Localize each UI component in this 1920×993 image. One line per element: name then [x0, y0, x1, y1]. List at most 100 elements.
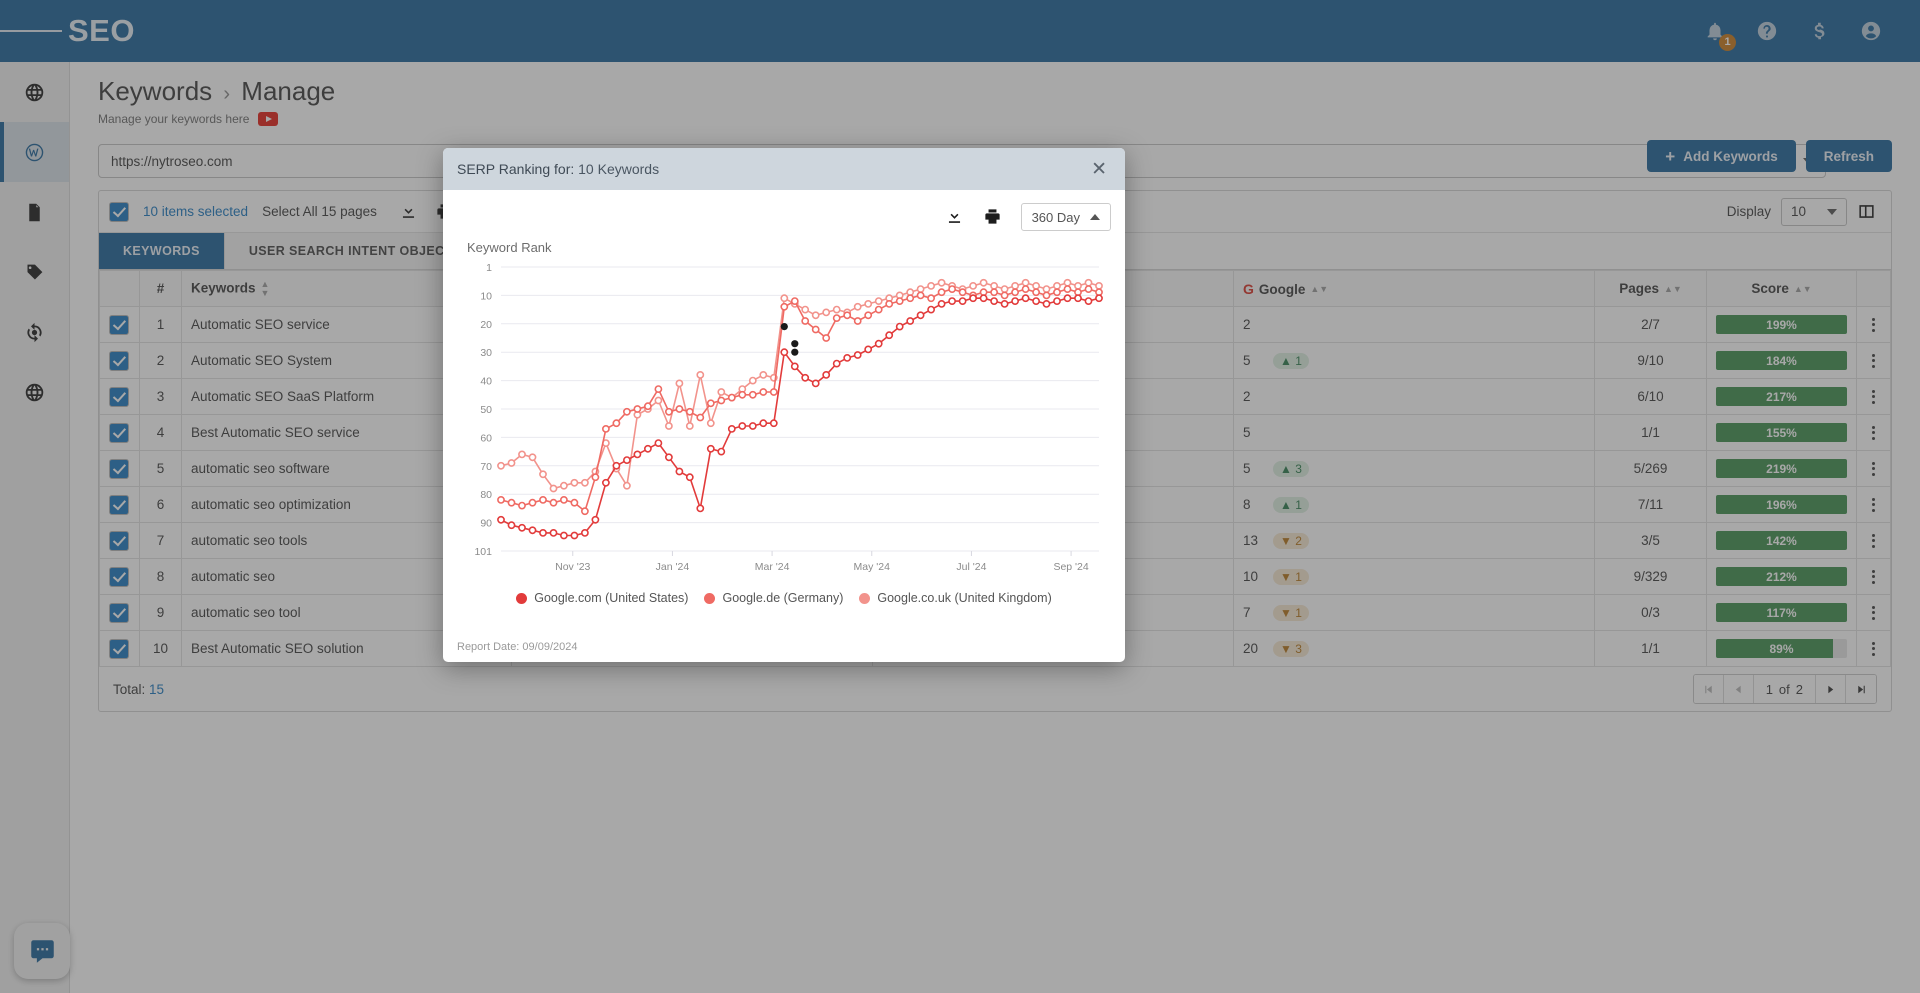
chart-point[interactable] [582, 480, 588, 486]
chart-point[interactable] [561, 497, 567, 503]
chart-annotation-point[interactable] [791, 340, 798, 347]
chart-point[interactable] [1064, 280, 1070, 286]
chart-point[interactable] [981, 295, 987, 301]
chart-point[interactable] [970, 295, 976, 301]
chart-point[interactable] [687, 474, 693, 480]
chart-point[interactable] [529, 527, 535, 533]
chart-point[interactable] [970, 283, 976, 289]
chart-point[interactable] [540, 530, 546, 536]
chart-point[interactable] [1023, 286, 1029, 292]
chart-point[interactable] [918, 292, 924, 298]
chart-point[interactable] [655, 397, 661, 403]
chart-point[interactable] [582, 508, 588, 514]
chart-point[interactable] [876, 341, 882, 347]
chart-point[interactable] [928, 283, 934, 289]
chart-point[interactable] [813, 380, 819, 386]
chart-point[interactable] [855, 304, 861, 310]
chart-point[interactable] [624, 457, 630, 463]
chart-point[interactable] [928, 307, 934, 313]
chart-point[interactable] [718, 449, 724, 455]
chart-point[interactable] [1085, 298, 1091, 304]
chart-point[interactable] [592, 517, 598, 523]
chart-point[interactable] [529, 500, 535, 506]
chart-point[interactable] [561, 483, 567, 489]
chart-point[interactable] [886, 301, 892, 307]
chart-point[interactable] [708, 400, 714, 406]
print-icon[interactable] [983, 207, 1003, 227]
chart-point[interactable] [844, 312, 850, 318]
chart-point[interactable] [897, 324, 903, 330]
chart-point[interactable] [865, 301, 871, 307]
chart-point[interactable] [666, 409, 672, 415]
chart-point[interactable] [508, 500, 514, 506]
chart-point[interactable] [802, 307, 808, 313]
chart-point[interactable] [1012, 283, 1018, 289]
chart-point[interactable] [960, 289, 966, 295]
chart-point[interactable] [750, 378, 756, 384]
chart-point[interactable] [865, 346, 871, 352]
chart-point[interactable] [949, 298, 955, 304]
chart-point[interactable] [939, 280, 945, 286]
chart-point[interactable] [1075, 283, 1081, 289]
chart-point[interactable] [655, 440, 661, 446]
chart-point[interactable] [792, 363, 798, 369]
chart-point[interactable] [781, 304, 787, 310]
chart-point[interactable] [571, 480, 577, 486]
legend-item[interactable]: Google.com (United States) [516, 591, 688, 605]
chart-point[interactable] [676, 468, 682, 474]
chart-point[interactable] [834, 361, 840, 367]
chart-point[interactable] [540, 497, 546, 503]
chart-point[interactable] [876, 307, 882, 313]
chart-point[interactable] [519, 525, 525, 531]
chart-point[interactable] [886, 332, 892, 338]
chart-point[interactable] [907, 295, 913, 301]
chart-point[interactable] [687, 423, 693, 429]
chart-point[interactable] [1054, 289, 1060, 295]
chart-point[interactable] [676, 406, 682, 412]
chart-point[interactable] [1012, 289, 1018, 295]
chart-point[interactable] [1054, 283, 1060, 289]
chart-point[interactable] [1033, 289, 1039, 295]
chart-point[interactable] [760, 372, 766, 378]
chart-point[interactable] [918, 286, 924, 292]
chart-point[interactable] [739, 423, 745, 429]
chart-point[interactable] [718, 389, 724, 395]
chart-point[interactable] [1054, 298, 1060, 304]
chart-point[interactable] [739, 392, 745, 398]
chart-point[interactable] [498, 497, 504, 503]
chart-point[interactable] [645, 446, 651, 452]
chart-point[interactable] [498, 463, 504, 469]
chart-point[interactable] [813, 326, 819, 332]
chart-point[interactable] [981, 280, 987, 286]
chart-point[interactable] [802, 375, 808, 381]
chart-point[interactable] [603, 480, 609, 486]
chart-point[interactable] [676, 380, 682, 386]
chart-point[interactable] [865, 312, 871, 318]
chart-point[interactable] [1012, 298, 1018, 304]
chart-point[interactable] [918, 312, 924, 318]
chart-point[interactable] [855, 352, 861, 358]
chart-point[interactable] [729, 395, 735, 401]
chart-point[interactable] [823, 372, 829, 378]
chart-point[interactable] [529, 454, 535, 460]
chart-point[interactable] [760, 389, 766, 395]
chart-point[interactable] [498, 517, 504, 523]
chart-point[interactable] [781, 349, 787, 355]
chart-point[interactable] [1096, 295, 1102, 301]
chart-annotation-point[interactable] [791, 349, 798, 356]
chart-point[interactable] [519, 503, 525, 509]
chart-point[interactable] [613, 463, 619, 469]
chart-point[interactable] [634, 406, 640, 412]
chart-point[interactable] [991, 289, 997, 295]
chart-point[interactable] [771, 420, 777, 426]
download-icon[interactable] [945, 207, 965, 227]
chart-point[interactable] [1033, 283, 1039, 289]
chart-point[interactable] [687, 409, 693, 415]
chart-point[interactable] [897, 298, 903, 304]
chart-point[interactable] [1085, 280, 1091, 286]
chart-point[interactable] [729, 426, 735, 432]
chart-point[interactable] [571, 500, 577, 506]
chart-point[interactable] [624, 483, 630, 489]
chart-point[interactable] [750, 423, 756, 429]
chart-point[interactable] [1075, 295, 1081, 301]
